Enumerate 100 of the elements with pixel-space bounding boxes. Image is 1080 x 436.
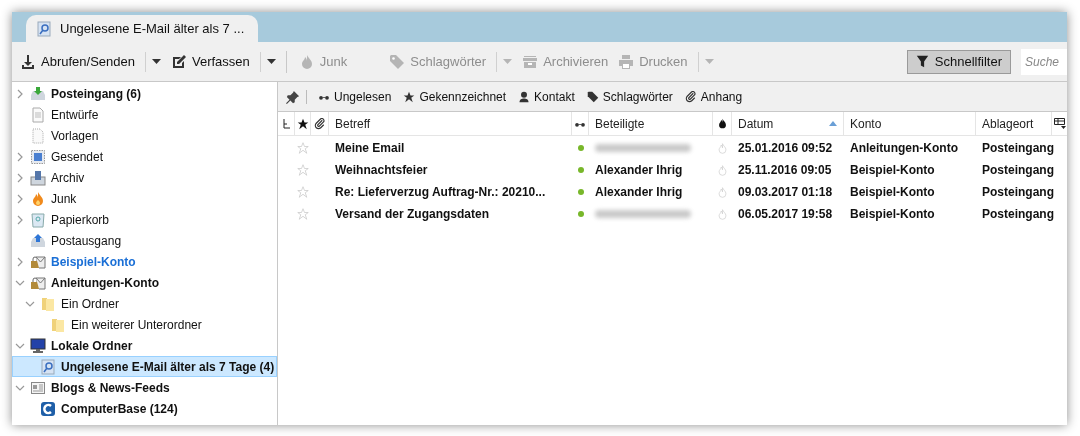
star-icon[interactable] [297, 142, 309, 154]
folder-item[interactable]: ComputerBase (124) [12, 398, 277, 419]
folder-item[interactable]: Ein Ordner [12, 293, 277, 314]
star-icon [403, 90, 416, 103]
subject-cell-text: Weihnachtsfeier [334, 162, 429, 179]
computer-icon [30, 337, 46, 354]
status-dot-icon[interactable] [577, 211, 584, 217]
folder-icon [50, 316, 66, 333]
outbox-icon [30, 232, 46, 249]
folder-item[interactable]: Junk [12, 188, 277, 209]
filter-toggle[interactable]: Ungelesen [317, 85, 393, 108]
pin-button[interactable] [286, 89, 307, 104]
archive-box-icon [30, 169, 46, 186]
sort-ascending-icon [829, 121, 837, 126]
paperclip-icon [313, 117, 326, 130]
location-cell-text: Posteingang [981, 162, 1052, 179]
feed-logo-icon [40, 400, 56, 417]
flame-icon [30, 190, 46, 207]
date-cell-text: 25.01.2016 09:52 [737, 140, 834, 157]
chevron-right-icon[interactable] [15, 151, 25, 162]
account-cell-text: Beispiel-Konto [849, 206, 936, 223]
column-header[interactable]: Ablageort [976, 112, 1052, 135]
account-cell-text: Beispiel-Konto [849, 184, 936, 201]
chevron-right-icon[interactable] [15, 214, 25, 225]
account-cell-text: Anleitungen-Konto [849, 140, 959, 157]
column-header[interactable]: Datum [732, 112, 844, 135]
message-row[interactable]: Re: Lieferverzug Auftrag-Nr.: 20210... Alexander Ihrig 09.03.2017 01:18 Beispiel-Konto Posteingang [278, 181, 1067, 203]
folder-item[interactable]: Ein weiterer Unterordner [12, 314, 277, 335]
tag-icon [389, 53, 406, 70]
sender-cell-text: Alexander Ihrig [595, 162, 683, 179]
locked-envelope-icon [30, 274, 46, 291]
dropdown-button[interactable] [259, 51, 276, 72]
pin-icon [286, 89, 300, 104]
paperclip-icon [684, 90, 697, 103]
folder-item[interactable]: Beispiel-Konto [12, 251, 277, 272]
star-icon[interactable] [297, 186, 309, 198]
flame-icon [716, 118, 728, 129]
folder-item[interactable]: Anleitungen-Konto [12, 272, 277, 293]
sender-cell-text: Alexander Ihrig [595, 184, 683, 201]
flame-icon [717, 208, 728, 220]
filter-toggle[interactable]: Kontakt [517, 85, 576, 108]
location-cell-text: Posteingang [981, 184, 1052, 201]
flame-icon [717, 142, 728, 154]
folder-item[interactable]: Gesendet [12, 146, 277, 167]
status-dot-icon[interactable] [577, 189, 584, 195]
status-dot-icon[interactable] [577, 167, 584, 173]
tab[interactable]: Ungelesene E-Mail älter als 7 ... [26, 15, 258, 42]
folder-item[interactable]: Postausgang [12, 230, 277, 251]
folder-item[interactable]: Vorlagen [12, 125, 277, 146]
status-dot-icon[interactable] [577, 145, 584, 151]
caret-icon [151, 59, 161, 64]
document-icon [30, 127, 46, 144]
folder-item[interactable]: Archiv [12, 167, 277, 188]
folder-icon [40, 295, 56, 312]
chevron-right-icon[interactable] [15, 193, 25, 204]
star-icon[interactable] [297, 208, 309, 220]
pencil-icon [170, 53, 187, 70]
folder-item[interactable]: Papierkorb [12, 209, 277, 230]
folder-item[interactable]: Ungelesene E-Mail älter als 7 Tage (4) [12, 356, 277, 377]
location-cell-text: Posteingang [981, 206, 1052, 223]
caret-icon [704, 59, 714, 64]
folder-item[interactable]: Entwürfe [12, 104, 277, 125]
column-header[interactable]: Betreff [329, 112, 572, 135]
star-icon[interactable] [297, 164, 309, 176]
caret-icon [503, 59, 513, 64]
message-row[interactable]: Meine Email 25.01.2016 09:52 Anleitungen-Konto Posteingang [278, 137, 1067, 159]
subject-cell-text: Re: Lieferverzug Auftrag-Nr.: 20210... [334, 184, 547, 201]
locked-envelope-icon [30, 253, 46, 270]
flame-icon [717, 186, 728, 198]
dropdown-button[interactable] [144, 51, 161, 72]
chevron-right-icon[interactable] [15, 88, 25, 99]
column-header[interactable]: Konto [844, 112, 976, 135]
toolbar-button[interactable]: Abrufen/Senden [20, 48, 135, 75]
star-icon [296, 117, 309, 130]
chevron-right-icon[interactable] [15, 256, 25, 267]
printer-icon [618, 53, 635, 70]
saved-search-icon [40, 358, 56, 375]
column-header[interactable]: Beteiligte [589, 112, 713, 135]
person-icon [518, 90, 531, 103]
folder-item[interactable]: Posteingang (6) [12, 83, 277, 104]
folder-item[interactable]: Lokale Ordner [12, 335, 277, 356]
folder-item[interactable]: Blogs & News-Feeds [12, 377, 277, 398]
archive-icon [522, 53, 539, 70]
column-picker-icon[interactable] [1053, 118, 1066, 129]
caret-icon [266, 59, 276, 64]
message-row[interactable]: Weihnachtsfeier Alexander Ihrig 25.11.2016 09:05 Beispiel-Konto Posteingang [278, 159, 1067, 181]
quick-filter-button[interactable]: Schnellfilter [906, 49, 1011, 74]
filter-toggle[interactable]: Gekennzeichnet [402, 85, 508, 108]
filter-toggle[interactable]: Schlagwörter [585, 85, 674, 108]
document-icon [30, 106, 46, 123]
saved-search-icon [36, 20, 52, 37]
search-field[interactable]: Suche [1021, 48, 1067, 75]
toolbar-button[interactable]: Verfassen [170, 48, 250, 75]
flame-icon [717, 164, 728, 176]
inbox-icon [30, 85, 46, 102]
message-row[interactable]: Versand der Zugangsdaten 06.05.2017 19:58 Beispiel-Konto Posteingang [278, 203, 1067, 225]
thread-icon[interactable] [282, 118, 291, 129]
filter-toggle[interactable]: Anhang [683, 85, 744, 108]
date-cell-text: 06.05.2017 19:58 [737, 206, 834, 223]
chevron-right-icon[interactable] [15, 172, 25, 183]
